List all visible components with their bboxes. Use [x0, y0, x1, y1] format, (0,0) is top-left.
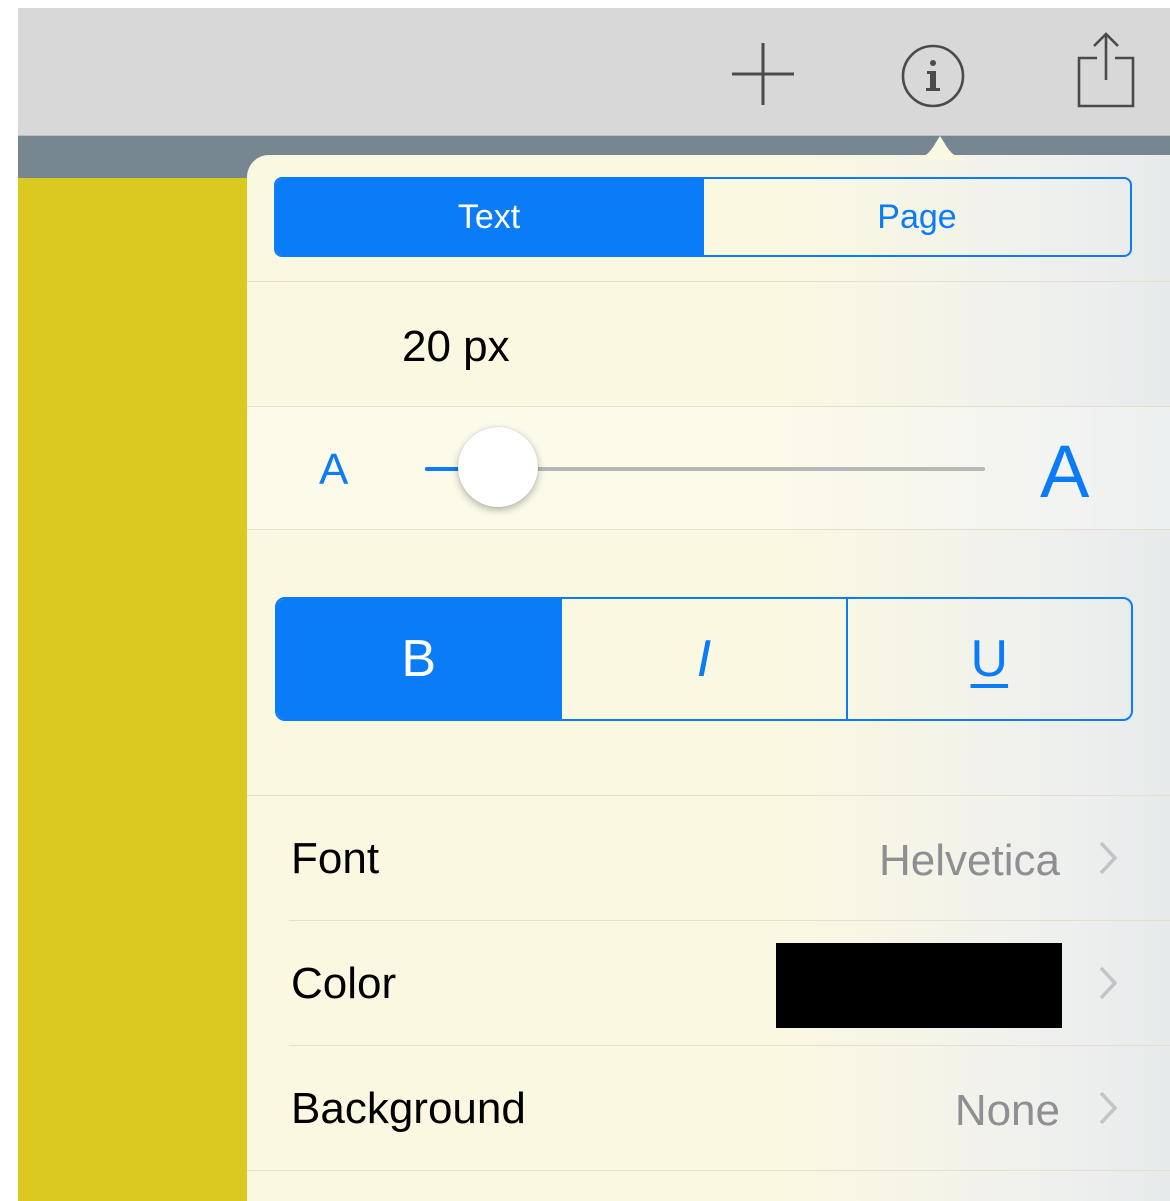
underline-label: U: [970, 630, 1009, 688]
format-popover: Text Page 20 px A A B I U Font Helvetica…: [247, 155, 1170, 1201]
chevron-right-icon: [1099, 841, 1118, 875]
font-size-row: 20 px: [247, 282, 1170, 406]
italic-label: I: [696, 630, 712, 688]
section-divider: [247, 529, 1170, 530]
underline-button[interactable]: U: [845, 599, 1131, 719]
italic-button[interactable]: I: [560, 599, 845, 719]
bold-label: B: [401, 630, 436, 688]
color-label: Color: [291, 959, 397, 1008]
background-label: Background: [291, 1084, 526, 1133]
tab-page[interactable]: Page: [702, 179, 1130, 255]
font-size-value: 20 px: [402, 322, 510, 371]
slider-thumb[interactable]: [457, 427, 538, 507]
tab-text-label: Text: [457, 197, 521, 236]
smaller-text-icon: A: [319, 445, 349, 494]
font-size-slider-row: A A: [247, 407, 1170, 529]
tab-text[interactable]: Text: [276, 179, 702, 255]
text-style-segmented-control: B I U: [275, 597, 1133, 721]
chevron-right-icon: [1099, 966, 1118, 1000]
document-page[interactable]: [18, 178, 247, 1201]
add-icon[interactable]: [730, 41, 796, 107]
share-icon[interactable]: [1075, 30, 1137, 110]
text-settings-list: Font Helvetica Color Background None: [247, 795, 1170, 1201]
font-label: Font: [291, 834, 380, 883]
tab-page-label: Page: [877, 197, 957, 236]
bold-button[interactable]: B: [277, 599, 561, 719]
background-value: None: [954, 1086, 1060, 1135]
info-icon[interactable]: [900, 43, 966, 109]
popover-arrow: [905, 136, 975, 160]
color-row[interactable]: Color: [289, 920, 1170, 1045]
background-row[interactable]: Background None: [289, 1045, 1170, 1170]
text-page-segmented-control: Text Page: [274, 177, 1132, 257]
font-row[interactable]: Font Helvetica: [247, 795, 1170, 920]
color-swatch: [776, 943, 1062, 1028]
app-window: Text Page 20 px A A B I U Font Helvetica…: [0, 0, 1170, 1201]
font-value: Helvetica: [879, 836, 1060, 885]
list-end-divider: [247, 1170, 1170, 1201]
larger-text-icon: A: [1040, 430, 1090, 513]
chevron-right-icon: [1099, 1091, 1118, 1125]
top-toolbar: [18, 8, 1170, 136]
